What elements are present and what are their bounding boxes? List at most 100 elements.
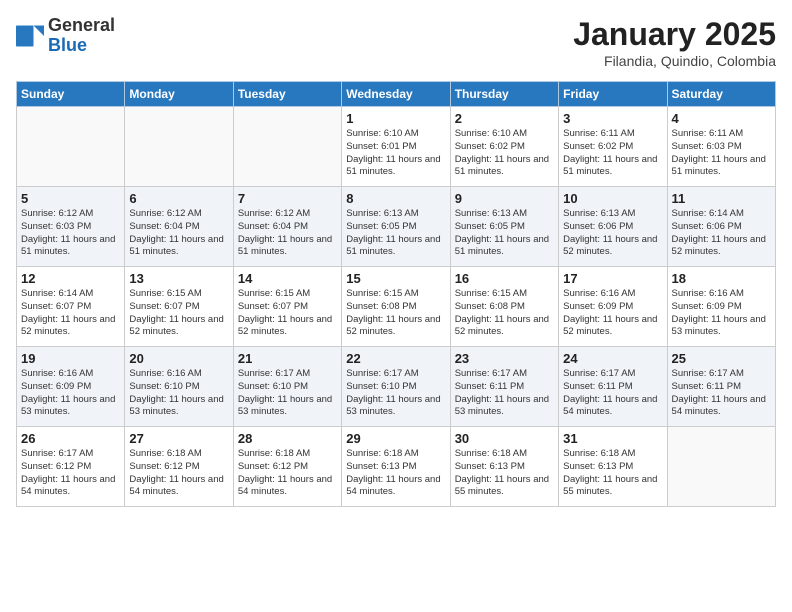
day-number: 24 <box>563 351 662 366</box>
calendar-cell: 19 Sunrise: 6:16 AM Sunset: 6:09 PM Dayli… <box>17 347 125 427</box>
calendar-cell: 25Sunrise: 6:17 AM Sunset: 6:11 PM Dayli… <box>667 347 775 427</box>
day-number: 26 <box>21 431 120 446</box>
day-info: Sunrise: 6:12 AM Sunset: 6:04 PM Dayligh… <box>238 208 337 259</box>
page-header: General Blue January 2025 Filandia, Quin… <box>16 16 776 69</box>
calendar-cell: 31 Sunrise: 6:18 AM Sunset: 6:13 PM Dayli… <box>559 427 667 507</box>
day-number: 30 <box>455 431 554 446</box>
day-number: 27 <box>129 431 228 446</box>
logo-general-text: General <box>48 15 115 35</box>
day-info: Sunrise: 6:15 AM Sunset: 6:08 PM Dayligh… <box>346 288 445 339</box>
day-number: 8 <box>346 191 445 206</box>
calendar-title: January 2025 <box>573 16 776 53</box>
day-number: 19 <box>21 351 120 366</box>
day-number: 13 <box>129 271 228 286</box>
day-info: Sunrise: 6:13 AM Sunset: 6:06 PM Dayligh… <box>563 208 662 259</box>
calendar-cell: 4Sunrise: 6:11 AM Sunset: 6:03 PM Daylig… <box>667 107 775 187</box>
weekday-header: Tuesday <box>233 82 341 107</box>
calendar-cell <box>125 107 233 187</box>
day-number: 9 <box>455 191 554 206</box>
calendar-cell <box>667 427 775 507</box>
calendar-cell: 6 Sunrise: 6:12 AM Sunset: 6:04 PM Daylig… <box>125 187 233 267</box>
weekday-header: Monday <box>125 82 233 107</box>
calendar-cell: 12 Sunrise: 6:14 AM Sunset: 6:07 PM Dayli… <box>17 267 125 347</box>
day-info: Sunrise: 6:17 AM Sunset: 6:10 PM Dayligh… <box>238 368 337 419</box>
day-number: 29 <box>346 431 445 446</box>
calendar-cell: 26 Sunrise: 6:17 AM Sunset: 6:12 PM Dayli… <box>17 427 125 507</box>
calendar-week-row: 5 Sunrise: 6:12 AM Sunset: 6:03 PM Daylig… <box>17 187 776 267</box>
day-info: Sunrise: 6:14 AM Sunset: 6:07 PM Dayligh… <box>21 288 120 339</box>
calendar-cell: 24 Sunrise: 6:17 AM Sunset: 6:11 PM Dayli… <box>559 347 667 427</box>
day-number: 5 <box>21 191 120 206</box>
day-number: 22 <box>346 351 445 366</box>
calendar-cell: 3Sunrise: 6:11 AM Sunset: 6:02 PM Daylig… <box>559 107 667 187</box>
calendar-cell: 9Sunrise: 6:13 AM Sunset: 6:05 PM Daylig… <box>450 187 558 267</box>
calendar-subtitle: Filandia, Quindio, Colombia <box>573 53 776 69</box>
weekday-header: Thursday <box>450 82 558 107</box>
day-info: Sunrise: 6:17 AM Sunset: 6:11 PM Dayligh… <box>563 368 662 419</box>
calendar-week-row: 26 Sunrise: 6:17 AM Sunset: 6:12 PM Dayli… <box>17 427 776 507</box>
day-info: Sunrise: 6:17 AM Sunset: 6:11 PM Dayligh… <box>672 368 771 419</box>
calendar-cell: 20 Sunrise: 6:16 AM Sunset: 6:10 PM Dayli… <box>125 347 233 427</box>
day-number: 31 <box>563 431 662 446</box>
day-info: Sunrise: 6:18 AM Sunset: 6:13 PM Dayligh… <box>455 448 554 499</box>
day-number: 14 <box>238 271 337 286</box>
calendar-week-row: 19 Sunrise: 6:16 AM Sunset: 6:09 PM Dayli… <box>17 347 776 427</box>
calendar-cell: 5 Sunrise: 6:12 AM Sunset: 6:03 PM Daylig… <box>17 187 125 267</box>
day-info: Sunrise: 6:18 AM Sunset: 6:13 PM Dayligh… <box>563 448 662 499</box>
day-number: 12 <box>21 271 120 286</box>
day-info: Sunrise: 6:11 AM Sunset: 6:03 PM Dayligh… <box>672 128 771 179</box>
day-info: Sunrise: 6:18 AM Sunset: 6:12 PM Dayligh… <box>129 448 228 499</box>
day-number: 23 <box>455 351 554 366</box>
day-number: 6 <box>129 191 228 206</box>
calendar-cell: 16 Sunrise: 6:15 AM Sunset: 6:08 PM Dayli… <box>450 267 558 347</box>
day-info: Sunrise: 6:16 AM Sunset: 6:09 PM Dayligh… <box>563 288 662 339</box>
day-number: 1 <box>346 111 445 126</box>
calendar-cell: 11 Sunrise: 6:14 AM Sunset: 6:06 PM Dayli… <box>667 187 775 267</box>
day-number: 2 <box>455 111 554 126</box>
day-info: Sunrise: 6:14 AM Sunset: 6:06 PM Dayligh… <box>672 208 771 259</box>
logo-icon <box>16 22 44 50</box>
day-info: Sunrise: 6:11 AM Sunset: 6:02 PM Dayligh… <box>563 128 662 179</box>
calendar-cell: 10 Sunrise: 6:13 AM Sunset: 6:06 PM Dayli… <box>559 187 667 267</box>
day-number: 18 <box>672 271 771 286</box>
day-number: 11 <box>672 191 771 206</box>
day-info: Sunrise: 6:18 AM Sunset: 6:12 PM Dayligh… <box>238 448 337 499</box>
day-info: Sunrise: 6:17 AM Sunset: 6:12 PM Dayligh… <box>21 448 120 499</box>
calendar-cell <box>17 107 125 187</box>
day-info: Sunrise: 6:12 AM Sunset: 6:03 PM Dayligh… <box>21 208 120 259</box>
calendar-cell: 14Sunrise: 6:15 AM Sunset: 6:07 PM Dayli… <box>233 267 341 347</box>
weekday-header: Wednesday <box>342 82 450 107</box>
day-info: Sunrise: 6:13 AM Sunset: 6:05 PM Dayligh… <box>346 208 445 259</box>
calendar-cell: 28Sunrise: 6:18 AM Sunset: 6:12 PM Dayli… <box>233 427 341 507</box>
calendar-week-row: 12 Sunrise: 6:14 AM Sunset: 6:07 PM Dayli… <box>17 267 776 347</box>
day-number: 16 <box>455 271 554 286</box>
calendar-cell: 17 Sunrise: 6:16 AM Sunset: 6:09 PM Dayli… <box>559 267 667 347</box>
calendar-cell: 7 Sunrise: 6:12 AM Sunset: 6:04 PM Daylig… <box>233 187 341 267</box>
day-info: Sunrise: 6:15 AM Sunset: 6:07 PM Dayligh… <box>129 288 228 339</box>
calendar-cell: 13 Sunrise: 6:15 AM Sunset: 6:07 PM Dayli… <box>125 267 233 347</box>
day-info: Sunrise: 6:16 AM Sunset: 6:09 PM Dayligh… <box>21 368 120 419</box>
weekday-header: Saturday <box>667 82 775 107</box>
day-info: Sunrise: 6:16 AM Sunset: 6:09 PM Dayligh… <box>672 288 771 339</box>
calendar-cell: 18 Sunrise: 6:16 AM Sunset: 6:09 PM Dayli… <box>667 267 775 347</box>
calendar-cell: 30 Sunrise: 6:18 AM Sunset: 6:13 PM Dayli… <box>450 427 558 507</box>
day-number: 17 <box>563 271 662 286</box>
day-info: Sunrise: 6:17 AM Sunset: 6:10 PM Dayligh… <box>346 368 445 419</box>
day-info: Sunrise: 6:12 AM Sunset: 6:04 PM Dayligh… <box>129 208 228 259</box>
calendar-cell: 27 Sunrise: 6:18 AM Sunset: 6:12 PM Dayli… <box>125 427 233 507</box>
day-number: 10 <box>563 191 662 206</box>
title-block: January 2025 Filandia, Quindio, Colombia <box>573 16 776 69</box>
day-number: 15 <box>346 271 445 286</box>
logo: General Blue <box>16 16 115 56</box>
day-info: Sunrise: 6:15 AM Sunset: 6:08 PM Dayligh… <box>455 288 554 339</box>
day-info: Sunrise: 6:16 AM Sunset: 6:10 PM Dayligh… <box>129 368 228 419</box>
logo-blue-text: Blue <box>48 35 87 55</box>
day-number: 20 <box>129 351 228 366</box>
day-number: 7 <box>238 191 337 206</box>
calendar-cell: 29 Sunrise: 6:18 AM Sunset: 6:13 PM Dayli… <box>342 427 450 507</box>
calendar-week-row: 1Sunrise: 6:10 AM Sunset: 6:01 PM Daylig… <box>17 107 776 187</box>
calendar-cell: 21 Sunrise: 6:17 AM Sunset: 6:10 PM Dayli… <box>233 347 341 427</box>
day-number: 21 <box>238 351 337 366</box>
weekday-header-row: SundayMondayTuesdayWednesdayThursdayFrid… <box>17 82 776 107</box>
day-info: Sunrise: 6:18 AM Sunset: 6:13 PM Dayligh… <box>346 448 445 499</box>
